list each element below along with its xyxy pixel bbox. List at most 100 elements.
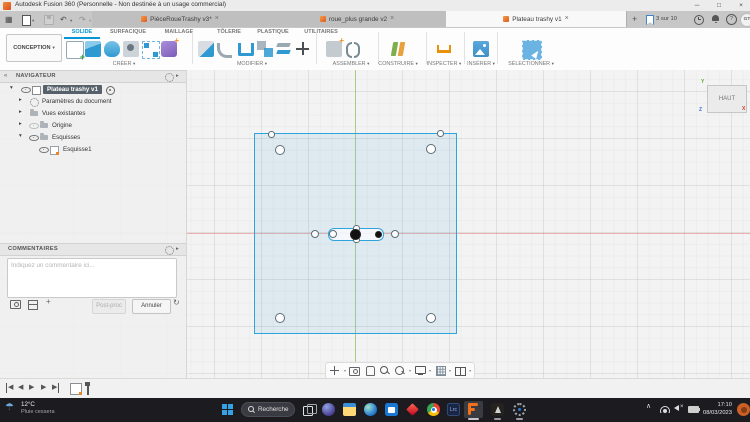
tab-surfacique[interactable]: SURFACIQUE bbox=[104, 29, 152, 37]
fit-icon[interactable] bbox=[394, 365, 406, 377]
comments-header[interactable]: COMMENTAIRES ▸ bbox=[0, 243, 186, 256]
save-icon[interactable] bbox=[44, 15, 54, 25]
new-component-icon[interactable] bbox=[326, 41, 342, 57]
refresh-icon[interactable]: ↻ bbox=[173, 298, 180, 307]
comment-input[interactable] bbox=[7, 258, 177, 298]
sketch-circle[interactable] bbox=[329, 230, 337, 238]
data-panel-icon[interactable]: ▦ bbox=[5, 15, 13, 24]
timeline-skip-start-icon[interactable]: ◀ bbox=[6, 383, 13, 393]
tree-row-vues[interactable]: ▸ Vues existantes bbox=[0, 108, 186, 119]
timeline-step-back-icon[interactable]: ◀ bbox=[18, 383, 23, 393]
comment-add-icon[interactable]: + bbox=[46, 297, 51, 306]
tab-solide[interactable]: SOLIDE bbox=[64, 29, 100, 39]
panel-gear-icon[interactable] bbox=[165, 73, 174, 82]
group-label-modifier[interactable]: MODIFIER ▾ bbox=[222, 61, 282, 67]
taskbar-search[interactable]: Recherche bbox=[241, 402, 295, 417]
tree-expand-icon[interactable]: ▾ bbox=[19, 133, 22, 139]
comment-cancel-button[interactable]: Annuler bbox=[132, 299, 171, 314]
select-window-icon[interactable] bbox=[522, 40, 542, 60]
orbit-icon[interactable] bbox=[329, 365, 341, 377]
press-pull-icon[interactable] bbox=[198, 41, 214, 57]
tab-plateau-trashy[interactable]: Plateau trashy v1 × bbox=[446, 11, 627, 27]
sketch-point-selected[interactable] bbox=[375, 231, 382, 238]
panel-expand-icon[interactable]: ▸ bbox=[176, 73, 179, 79]
zoom-icon[interactable] bbox=[379, 365, 391, 377]
lightroom-icon[interactable]: Lrc bbox=[447, 403, 460, 416]
weather-desc[interactable]: Pluie cessera bbox=[21, 409, 55, 415]
visibility-eye-icon[interactable] bbox=[29, 123, 39, 130]
slicer-app-icon[interactable] bbox=[491, 403, 504, 416]
sketch-circle[interactable] bbox=[275, 313, 285, 323]
file-menu-caret-icon[interactable]: ▾ bbox=[32, 18, 34, 24]
viewports-icon[interactable] bbox=[454, 365, 466, 377]
visibility-eye-icon[interactable] bbox=[39, 147, 49, 154]
activate-component-icon[interactable] bbox=[106, 86, 115, 95]
tree-expand-icon[interactable]: ▾ bbox=[10, 85, 13, 91]
wifi-icon[interactable] bbox=[660, 406, 670, 413]
insert-icon[interactable] bbox=[473, 41, 489, 57]
tree-collapsed-icon[interactable]: ▸ bbox=[19, 121, 22, 127]
redo-caret-icon[interactable]: ▾ bbox=[89, 18, 91, 24]
sketch-circle[interactable] bbox=[311, 230, 319, 238]
shell-icon[interactable] bbox=[238, 43, 254, 56]
timeline-position-marker[interactable] bbox=[87, 382, 89, 395]
chrome-icon[interactable] bbox=[427, 403, 440, 416]
tab-tolerie[interactable]: TÔLERIE bbox=[210, 29, 248, 37]
comment-post-button[interactable]: Post-proc bbox=[92, 299, 126, 314]
timeline-sketch-feature[interactable] bbox=[70, 383, 82, 395]
weather-icon[interactable]: ☂ bbox=[5, 402, 14, 414]
extrude-icon[interactable] bbox=[85, 41, 101, 57]
timeline-step-forward-icon[interactable]: ▶ bbox=[41, 383, 46, 393]
tree-collapsed-icon[interactable]: ▸ bbox=[19, 109, 22, 115]
help-icon[interactable]: ? bbox=[726, 14, 737, 25]
move-copy-icon[interactable] bbox=[295, 41, 311, 57]
tray-chevron-icon[interactable]: ∧ bbox=[646, 402, 651, 410]
edge-browser-icon[interactable] bbox=[364, 403, 377, 416]
tab-close-icon[interactable]: × bbox=[390, 11, 394, 27]
visibility-eye-icon[interactable] bbox=[29, 135, 39, 142]
tab-plastique[interactable]: PLASTIQUE bbox=[252, 29, 294, 37]
revolve-icon[interactable] bbox=[104, 41, 120, 57]
job-clock-icon[interactable] bbox=[694, 15, 704, 25]
speaker-icon[interactable] bbox=[674, 405, 679, 411]
new-tab-button[interactable]: + bbox=[632, 14, 637, 24]
minimize-button[interactable]: ─ bbox=[688, 0, 706, 11]
tab-close-icon[interactable]: × bbox=[565, 11, 569, 27]
panel-gear-icon[interactable] bbox=[165, 246, 174, 255]
tree-row-esquisse1[interactable]: Esquisse1 bbox=[0, 144, 186, 155]
pan-icon[interactable] bbox=[364, 365, 376, 377]
redo-icon[interactable]: ↷ bbox=[79, 15, 86, 24]
comment-attach-model-icon[interactable] bbox=[28, 300, 38, 310]
sketch-origin-point-selected[interactable] bbox=[350, 229, 361, 240]
visibility-eye-icon[interactable] bbox=[21, 87, 31, 94]
root-node-label[interactable]: Plateau trashy v1 bbox=[43, 85, 102, 94]
task-view-icon[interactable] bbox=[303, 406, 313, 416]
comment-screenshot-icon[interactable] bbox=[10, 300, 21, 309]
joint-icon[interactable] bbox=[345, 41, 361, 57]
copilot-icon[interactable] bbox=[322, 403, 335, 416]
sketch-circle[interactable] bbox=[275, 145, 285, 155]
tab-utilitaires[interactable]: UTILITAIRES bbox=[298, 29, 344, 37]
form-icon[interactable] bbox=[161, 41, 177, 57]
sketch-circle[interactable] bbox=[391, 230, 399, 238]
undo-icon[interactable]: ↶ bbox=[60, 15, 67, 24]
display-caret-icon[interactable]: ▾ bbox=[429, 368, 431, 373]
fusion360-taskbar-active[interactable] bbox=[464, 401, 483, 418]
app-diamond-icon[interactable] bbox=[406, 403, 419, 416]
microsoft-store-icon[interactable] bbox=[385, 403, 398, 416]
tab-close-icon[interactable]: × bbox=[215, 11, 219, 27]
look-at-icon[interactable] bbox=[349, 365, 361, 377]
collapse-panel-icon[interactable]: « bbox=[4, 73, 7, 79]
job-status-flag-icon[interactable] bbox=[646, 15, 654, 25]
jobs-badge[interactable]: 3 sur 10 bbox=[656, 16, 677, 22]
tab-piece-roue-trashy[interactable]: PièceRoueTrashy v3* × bbox=[92, 11, 269, 27]
tree-row-parametres[interactable]: ▸ Paramètres du document bbox=[0, 96, 186, 107]
panel-expand-icon[interactable]: ▸ bbox=[176, 246, 179, 252]
combine-icon[interactable] bbox=[257, 41, 273, 57]
settings-gear-icon[interactable] bbox=[513, 403, 526, 416]
fillet-icon[interactable] bbox=[217, 43, 232, 58]
start-button[interactable] bbox=[222, 404, 233, 415]
tab-maillage[interactable]: MAILLAGE bbox=[158, 29, 200, 37]
notification-badge[interactable] bbox=[737, 403, 750, 416]
tree-row-origine[interactable]: ▸ Origine bbox=[0, 120, 186, 131]
